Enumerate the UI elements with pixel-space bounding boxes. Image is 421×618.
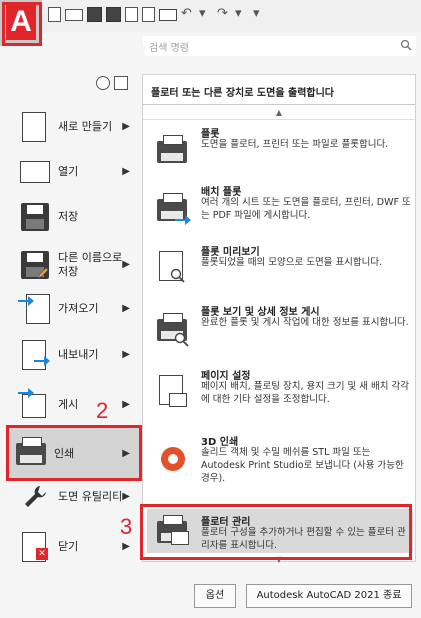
print-item-desc: 페이지 배치, 플로팅 장치, 용지 크기 및 새 배치 각각에 대한 기타 설… <box>201 381 410 405</box>
search-placeholder: 검색 명령 <box>149 43 189 54</box>
import-icon[interactable] <box>142 7 155 22</box>
close-icon: ✕ <box>36 548 48 560</box>
save-as-icon[interactable] <box>106 7 121 22</box>
annotation-number-2: 2 <box>96 398 109 423</box>
scroll-down-button[interactable]: ▼ <box>143 556 415 564</box>
print-item-desc: 플롯되었을 때의 모양으로 도면을 표시합니다. <box>201 257 383 268</box>
chevron-right-icon: ▶ <box>122 491 130 502</box>
print-item-desc: 플로터 구성을 추가하거나 편집할 수 있는 플로터 관리자를 표시합니다. <box>201 527 406 551</box>
options-button[interactable]: 옵션 <box>194 584 236 608</box>
panel-title: 플로터 또는 다른 장치로 도면을 출력합니다 <box>151 88 335 99</box>
save-as-icon <box>18 248 50 282</box>
open-folder-icon <box>18 155 50 189</box>
print-item-batch-plot[interactable]: 배치 플롯 여러 개의 시트 또는 도면을 플로터, 프린터, DWF 또는 P… <box>147 179 413 237</box>
plot-icon <box>155 129 189 169</box>
application-menu-button[interactable]: A <box>0 0 42 46</box>
print-item-desc: 완료한 플롯 및 게시 작업에 대한 정보를 표시합니다. <box>201 317 409 328</box>
print-icon[interactable] <box>159 9 177 21</box>
save-icon[interactable] <box>87 7 102 22</box>
page-setup-icon <box>155 371 189 411</box>
print-item-page-setup[interactable]: 페이지 설정 페이지 배치, 플로팅 장치, 용지 크기 및 새 배치 각각에 … <box>147 363 413 425</box>
print-item-3d-print[interactable]: 3D 인쇄 솔리드 객체 및 수밀 메쉬를 STL 파일 또는 Autodesk… <box>147 429 413 491</box>
menu-item-label: 저장 <box>58 210 79 223</box>
print-submenu-panel: 플로터 또는 다른 장치로 도면을 출력합니다 ▲ 플롯 도면을 플로터, 프린… <box>142 74 416 564</box>
chevron-right-icon: ▶ <box>122 166 130 177</box>
batch-plot-icon <box>155 187 191 227</box>
print-item-desc: 도면을 플로터, 프린터 또는 파일로 플롯합니다. <box>201 139 389 150</box>
export-icon[interactable] <box>125 7 138 22</box>
menu-item-save[interactable]: 저장 <box>12 190 140 244</box>
menu-item-label: 내보내기 <box>58 348 99 361</box>
chevron-right-icon: ▶ <box>122 349 130 360</box>
import-icon <box>18 292 50 326</box>
chevron-right-icon: ▶ <box>122 259 130 270</box>
menu-item-label: 닫기 <box>58 540 79 553</box>
chevron-right-icon: ▶ <box>122 448 130 459</box>
panel-header: 플로터 또는 다른 장치로 도면을 출력합니다 <box>143 75 415 105</box>
plot-details-icon <box>155 307 189 347</box>
autocad-logo-icon: A <box>6 4 36 40</box>
publish-icon <box>18 388 50 422</box>
export-icon <box>18 338 50 372</box>
wrench-icon <box>18 480 50 514</box>
menu-item-label: 새로 만들기 <box>58 120 113 133</box>
save-disk-icon <box>18 200 50 234</box>
chevron-right-icon: ▶ <box>122 541 130 552</box>
print-item-plot[interactable]: 플롯 도면을 플로터, 프린터 또는 파일로 플롯합니다. <box>147 121 413 179</box>
search-icon <box>400 39 412 51</box>
scroll-up-button[interactable]: ▲ <box>143 106 415 120</box>
plotter-manager-icon <box>155 513 189 553</box>
printer-icon <box>14 437 46 471</box>
menu-item-label: 인쇄 <box>54 447 75 460</box>
print-item-desc: 솔리드 객체 및 수밀 메쉬를 STL 파일 또는 Autodesk Print… <box>201 447 404 484</box>
chevron-right-icon: ▶ <box>122 121 130 132</box>
menu-item-label: 도면 유틸리티 <box>58 490 123 503</box>
3d-print-icon <box>155 437 189 477</box>
print-item-plotter-manager[interactable]: 플로터 관리 플로터 구성을 추가하거나 편집할 수 있는 플로터 관리자를 표… <box>147 509 413 553</box>
search-box[interactable]: 검색 명령 <box>143 36 416 56</box>
print-item-plot-preview[interactable]: 플롯 미리보기 플롯되었을 때의 모양으로 도면을 표시합니다. <box>147 239 413 297</box>
open-documents-icon[interactable] <box>114 76 128 90</box>
menu-item-label: 가져오기 <box>58 302 99 315</box>
menu-item-label: 다른 이름으로 저장 <box>58 251 123 278</box>
close-document-icon: ✕ <box>18 530 50 564</box>
chevron-down-icon[interactable]: ▾ <box>199 5 213 23</box>
chevron-right-icon: ▶ <box>122 399 130 410</box>
recent-documents-icon[interactable] <box>96 76 110 90</box>
chevron-down-icon[interactable]: ▾ <box>235 5 249 23</box>
menu-item-publish[interactable]: 게시 ▶ <box>12 378 140 432</box>
redo-icon[interactable]: ↷ <box>217 5 231 23</box>
quick-access-toolbar: ↶ ▾ ↷ ▾ ▾ <box>0 0 421 32</box>
new-icon[interactable] <box>48 7 61 22</box>
menu-item-label: 게시 <box>58 398 79 411</box>
print-item-desc: 여러 개의 시트 또는 도면을 플로터, 프린터, DWF 또는 PDF 파일에… <box>201 197 411 221</box>
exit-autocad-button[interactable]: Autodesk AutoCAD 2021 종료 <box>246 584 412 608</box>
plot-preview-icon <box>155 247 189 287</box>
chevron-right-icon: ▶ <box>122 303 130 314</box>
new-document-icon <box>18 110 50 144</box>
customize-icon[interactable]: ▾ <box>253 5 267 23</box>
print-item-plot-details[interactable]: 플롯 보기 및 상세 정보 게시 완료한 플롯 및 게시 작업에 대한 정보를 … <box>147 299 413 357</box>
undo-icon[interactable]: ↶ <box>181 5 195 23</box>
menu-item-label: 열기 <box>58 165 79 178</box>
menu-item-export[interactable]: 내보내기 ▶ <box>12 328 140 382</box>
annotation-number-3: 3 <box>120 514 133 539</box>
open-icon[interactable] <box>65 9 83 21</box>
